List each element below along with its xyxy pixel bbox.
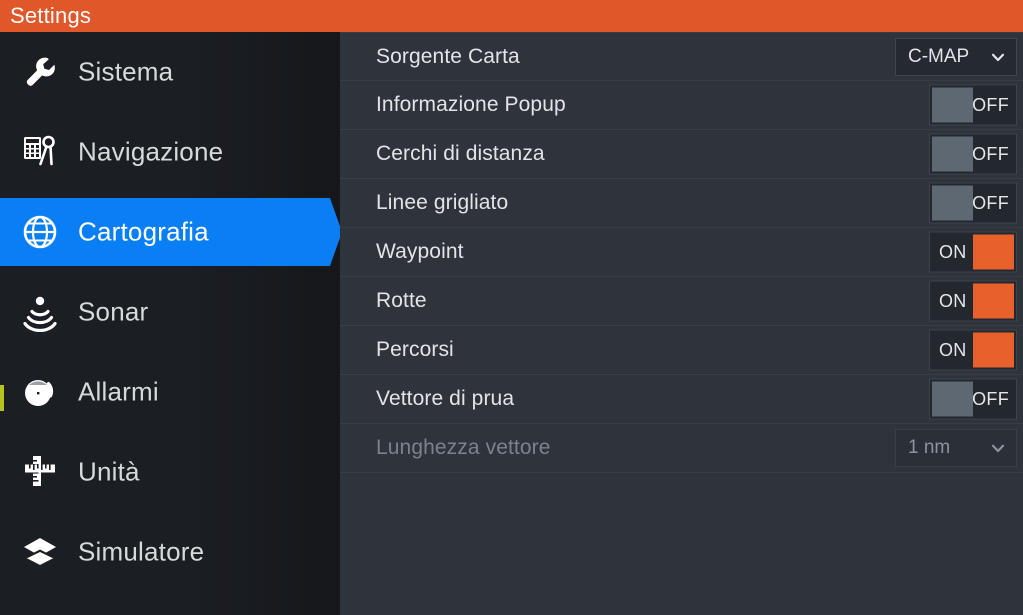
sidebar-item-cartografia[interactable]: Cartografia [0,192,342,272]
sidebar-item-label: Sistema [78,56,174,87]
toggle-state-label: OFF [972,192,1009,213]
settings-row[interactable]: Linee grigliato OFF [340,179,1023,228]
setting-label: Informazione Popup [376,93,566,116]
toggle-state-label: OFF [972,94,1009,115]
setting-toggle[interactable]: ON [929,329,1017,371]
setting-toggle[interactable]: OFF [929,378,1017,420]
alarm-clock-icon [18,370,62,414]
ruler-icon [18,450,62,494]
setting-dropdown: 1 nm [895,429,1017,467]
globe-icon [18,210,62,254]
toggle-knob [932,87,973,123]
layers-icon [18,530,62,574]
toggle-state-label: ON [939,290,967,311]
sidebar-item-navigazione[interactable]: Navigazione [0,112,340,192]
setting-label: Lunghezza vettore [376,436,551,459]
settings-row[interactable]: Cerchi di distanza OFF [340,130,1023,179]
chevron-down-icon [991,50,1005,64]
sidebar-item-allarmi[interactable]: Allarmi [0,352,340,432]
setting-label: Vettore di prua [376,387,515,410]
dropdown-value: C-MAP [908,45,970,67]
settings-row[interactable]: Waypoint ON [340,228,1023,277]
chevron-down-icon [991,441,1005,455]
settings-panel: Sorgente Carta C-MAP Informazione Popup OFF… [340,32,1023,615]
setting-label: Cerchi di distanza [376,142,545,165]
setting-label: Percorsi [376,338,454,361]
toggle-state-label: OFF [972,388,1009,409]
settings-row[interactable]: Rotte ON [340,277,1023,326]
setting-dropdown[interactable]: C-MAP [895,37,1017,76]
sidebar: Sistema Navigazione Cartografia Sonar Allarm… [0,32,342,615]
sidebar-item-label: Cartografia [78,216,209,247]
sidebar-item-sonar[interactable]: Sonar [0,272,340,352]
setting-toggle[interactable]: ON [929,231,1017,273]
toggle-knob [932,136,973,172]
toggle-knob [973,234,1014,270]
setting-label: Rotte [376,289,427,312]
wrench-icon [18,50,62,94]
toggle-knob [932,185,973,221]
settings-row[interactable]: Sorgente Carta C-MAP [340,32,1023,81]
toggle-knob [973,283,1014,319]
setting-toggle[interactable]: ON [929,280,1017,322]
settings-row[interactable]: Informazione Popup OFF [340,81,1023,130]
toggle-state-label: ON [939,241,967,262]
calculator-divider-icon [18,130,62,174]
sidebar-item-label: Simulatore [78,536,205,567]
setting-label: Sorgente Carta [376,44,520,68]
setting-toggle[interactable]: OFF [929,84,1017,126]
dropdown-value: 1 nm [908,437,951,458]
sidebar-item-label: Unità [78,456,140,487]
toggle-knob [932,381,973,417]
setting-toggle[interactable]: OFF [929,182,1017,224]
settings-row[interactable]: Vettore di prua OFF [340,375,1023,424]
sidebar-item-label: Navigazione [78,136,224,167]
sidebar-item-label: Sonar [78,296,149,327]
settings-window: Settings Sistema Navigazione Cartografia So… [0,0,1023,615]
toggle-state-label: ON [939,339,967,360]
sonar-icon [18,290,62,334]
sidebar-item-unit[interactable]: Unità [0,432,340,512]
setting-label: Waypoint [376,240,464,263]
toggle-knob [973,332,1014,368]
toggle-state-label: OFF [972,143,1009,164]
sidebar-item-simulatore[interactable]: Simulatore [0,512,340,592]
titlebar: Settings [0,0,1023,32]
window-title: Settings [10,3,92,28]
settings-row[interactable]: Lunghezza vettore 1 nm [340,424,1023,473]
sidebar-item-label: Allarmi [78,376,159,407]
sidebar-item-sistema[interactable]: Sistema [0,32,340,112]
settings-row[interactable]: Percorsi ON [340,326,1023,375]
setting-label: Linee grigliato [376,191,509,214]
setting-toggle[interactable]: OFF [929,133,1017,175]
